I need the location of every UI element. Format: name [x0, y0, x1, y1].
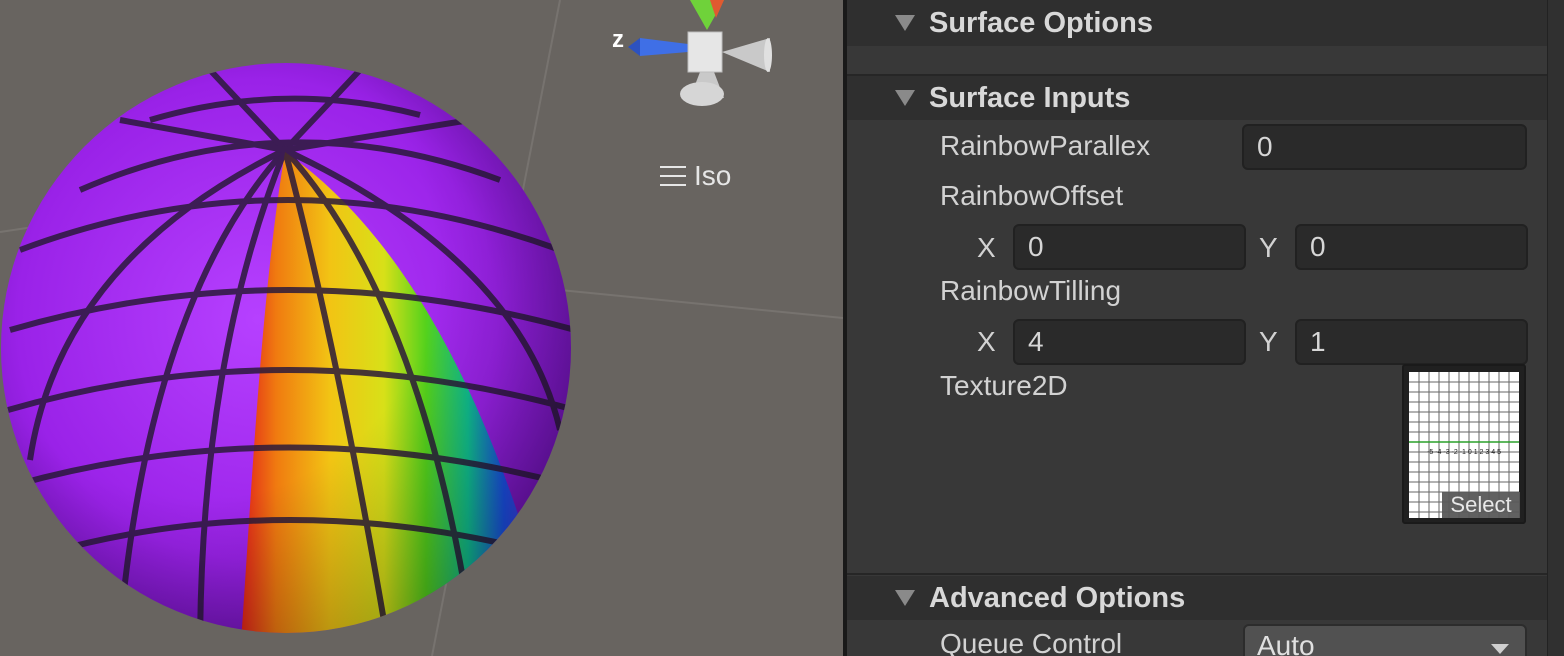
preview-digits: -5 -4 -3 -2 -1 0 1 2 3 4 5 — [1427, 449, 1501, 456]
section-advanced-options[interactable]: Advanced Options — [847, 576, 1547, 620]
chevron-down-icon — [1491, 644, 1509, 654]
offset-x-field[interactable]: 0 — [1013, 224, 1246, 270]
tilling-y-field[interactable]: 1 — [1295, 319, 1528, 365]
triangle-down-icon — [895, 90, 915, 106]
gizmo-z-label: z — [612, 26, 624, 53]
offset-y-field[interactable]: 0 — [1295, 224, 1528, 270]
orientation-gizmo[interactable] — [628, 0, 772, 106]
rainbow-parallex-field[interactable]: 0 — [1242, 124, 1527, 170]
section-surface-inputs[interactable]: Surface Inputs — [847, 76, 1547, 120]
texture2d-label: Texture2D — [940, 370, 1068, 401]
rainbow-offset-label: RainbowOffset — [940, 180, 1124, 211]
projection-label: Iso — [694, 160, 732, 191]
triangle-down-icon — [895, 590, 915, 606]
queue-control-value: Auto — [1257, 630, 1315, 656]
scene-view[interactable]: z Iso — [0, 0, 843, 656]
texture-slot[interactable]: -5 -4 -3 -2 -1 0 1 2 3 4 5 Select — [1402, 364, 1526, 524]
section-title: Surface Inputs — [929, 81, 1131, 114]
rainbow-tilling-label: RainbowTilling — [940, 275, 1122, 306]
hamburger-icon — [660, 166, 686, 186]
projection-toggle[interactable]: Iso — [660, 158, 731, 194]
section-title: Advanced Options — [929, 581, 1186, 614]
tilling-x-label[interactable]: X — [977, 326, 996, 358]
inspector-scrollbar[interactable] — [1547, 0, 1564, 656]
offset-x-label[interactable]: X — [977, 232, 996, 264]
rainbow-parallex-label: RainbowParallex — [940, 130, 1151, 161]
queue-control-dropdown[interactable]: Auto — [1243, 624, 1527, 656]
tilling-x-field[interactable]: 4 — [1013, 319, 1246, 365]
offset-y-label[interactable]: Y — [1259, 232, 1278, 264]
scene-canvas — [0, 0, 843, 656]
section-title: Surface Options — [929, 6, 1153, 39]
rainbow-sphere[interactable] — [1, 63, 575, 656]
queue-control-label: Queue Control — [940, 628, 1123, 656]
triangle-down-icon — [895, 15, 915, 31]
material-inspector: Surface Options Surface Inputs RainbowPa… — [847, 0, 1564, 656]
section-surface-options[interactable]: Surface Options — [847, 0, 1547, 46]
tilling-y-label[interactable]: Y — [1259, 326, 1278, 358]
grid-line — [559, 289, 843, 319]
texture-select-button[interactable]: Select — [1442, 492, 1520, 518]
divider — [847, 573, 1547, 575]
